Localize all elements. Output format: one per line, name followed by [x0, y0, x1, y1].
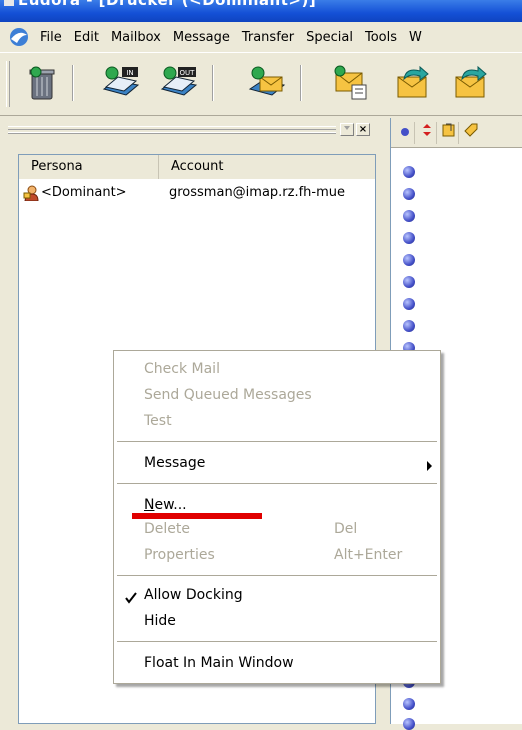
- persona-icon: [23, 185, 39, 201]
- menu-window[interactable]: W: [403, 30, 428, 45]
- menu-separator: [117, 441, 437, 442]
- toolbar: IN OUT: [0, 52, 522, 116]
- message-list-header: [391, 118, 522, 148]
- menu-file[interactable]: File: [34, 30, 68, 45]
- menu-bar: File Edit Mailbox Message Transfer Speci…: [0, 22, 522, 52]
- message-status-dot[interactable]: [403, 210, 415, 222]
- panel-menu-button[interactable]: [340, 123, 354, 136]
- message-status-dot[interactable]: [403, 232, 415, 244]
- menu-separator: [117, 575, 437, 576]
- outbox-icon[interactable]: OUT: [158, 63, 198, 103]
- menu-item-properties[interactable]: Properties: [144, 547, 215, 563]
- annotation-underline: [132, 513, 262, 519]
- svg-text:IN: IN: [126, 69, 133, 77]
- menu-special[interactable]: Special: [300, 30, 359, 45]
- window-title: Eudora - [Drucker (<Dominant>)]: [18, 0, 317, 9]
- menu-transfer[interactable]: Transfer: [236, 30, 300, 45]
- message-status-dot[interactable]: [403, 698, 415, 710]
- window-icon: [4, 0, 14, 6]
- menu-tools[interactable]: Tools: [359, 30, 403, 45]
- toolbar-separator: [72, 65, 74, 101]
- menu-mailbox[interactable]: Mailbox: [105, 30, 167, 45]
- menu-item-delete[interactable]: Delete: [144, 521, 190, 537]
- eudora-logo-icon[interactable]: [8, 26, 30, 48]
- message-status-dot[interactable]: [403, 188, 415, 200]
- menu-message[interactable]: Message: [167, 30, 236, 45]
- svg-text:OUT: OUT: [180, 69, 196, 77]
- submenu-arrow-icon: [427, 461, 432, 471]
- panel-drag-handle[interactable]: [8, 126, 336, 134]
- reply-all-icon[interactable]: [450, 63, 490, 103]
- shortcut-properties: Alt+Enter: [334, 547, 403, 563]
- status-dot-icon: [400, 128, 409, 136]
- persona-name: <Dominant>: [41, 185, 127, 200]
- menu-item-send-queued[interactable]: Send Queued Messages: [144, 387, 312, 403]
- tag-icon: [464, 123, 478, 137]
- menu-item-message[interactable]: Message: [144, 455, 205, 471]
- inbox-icon[interactable]: IN: [100, 63, 140, 103]
- message-status-dot[interactable]: [403, 718, 415, 730]
- message-status-dot[interactable]: [403, 298, 415, 310]
- label-column-header[interactable]: [461, 122, 481, 144]
- message-status-dot[interactable]: [403, 320, 415, 332]
- column-header-persona[interactable]: Persona: [19, 155, 159, 179]
- message-status-dot[interactable]: [403, 166, 415, 178]
- chevron-down-icon: [344, 126, 350, 130]
- menu-separator: [117, 483, 437, 484]
- toolbar-grip[interactable]: [6, 61, 10, 107]
- attachment-column-header[interactable]: [439, 122, 459, 144]
- list-item[interactable]: <Dominant> grossman@imap.rz.fh-mue: [19, 185, 375, 205]
- menu-item-allow-docking[interactable]: Allow Docking: [144, 587, 243, 603]
- toolbar-separator: [212, 65, 214, 101]
- menu-item-test[interactable]: Test: [144, 413, 172, 429]
- priority-arrows-icon: [422, 124, 431, 136]
- column-header-account[interactable]: Account: [159, 155, 375, 179]
- menu-item-new[interactable]: New...: [144, 497, 187, 513]
- panel-close-button[interactable]: ×: [356, 123, 370, 136]
- list-header: Persona Account: [19, 155, 375, 179]
- menu-item-hide[interactable]: Hide: [144, 613, 176, 629]
- message-status-dot[interactable]: [403, 254, 415, 266]
- toolbar-separator: [300, 65, 302, 101]
- menu-item-check-mail[interactable]: Check Mail: [144, 361, 220, 377]
- shortcut-delete: Del: [334, 521, 358, 537]
- menu-separator: [117, 641, 437, 642]
- message-status-dot[interactable]: [403, 276, 415, 288]
- persona-account: grossman@imap.rz.fh-mue: [169, 185, 346, 200]
- trash-icon[interactable]: [22, 63, 62, 103]
- reply-icon[interactable]: [392, 63, 432, 103]
- new-message-icon[interactable]: [330, 63, 370, 103]
- check-mail-icon[interactable]: [246, 63, 286, 103]
- title-bar: Eudora - [Drucker (<Dominant>)]: [0, 0, 522, 22]
- priority-column-header[interactable]: [417, 122, 437, 144]
- menu-item-float-in-main-window[interactable]: Float In Main Window: [144, 655, 294, 671]
- menu-edit[interactable]: Edit: [68, 30, 105, 45]
- status-column-header[interactable]: [395, 122, 415, 144]
- attachment-icon: [442, 123, 454, 137]
- checkmark-icon: [125, 592, 137, 604]
